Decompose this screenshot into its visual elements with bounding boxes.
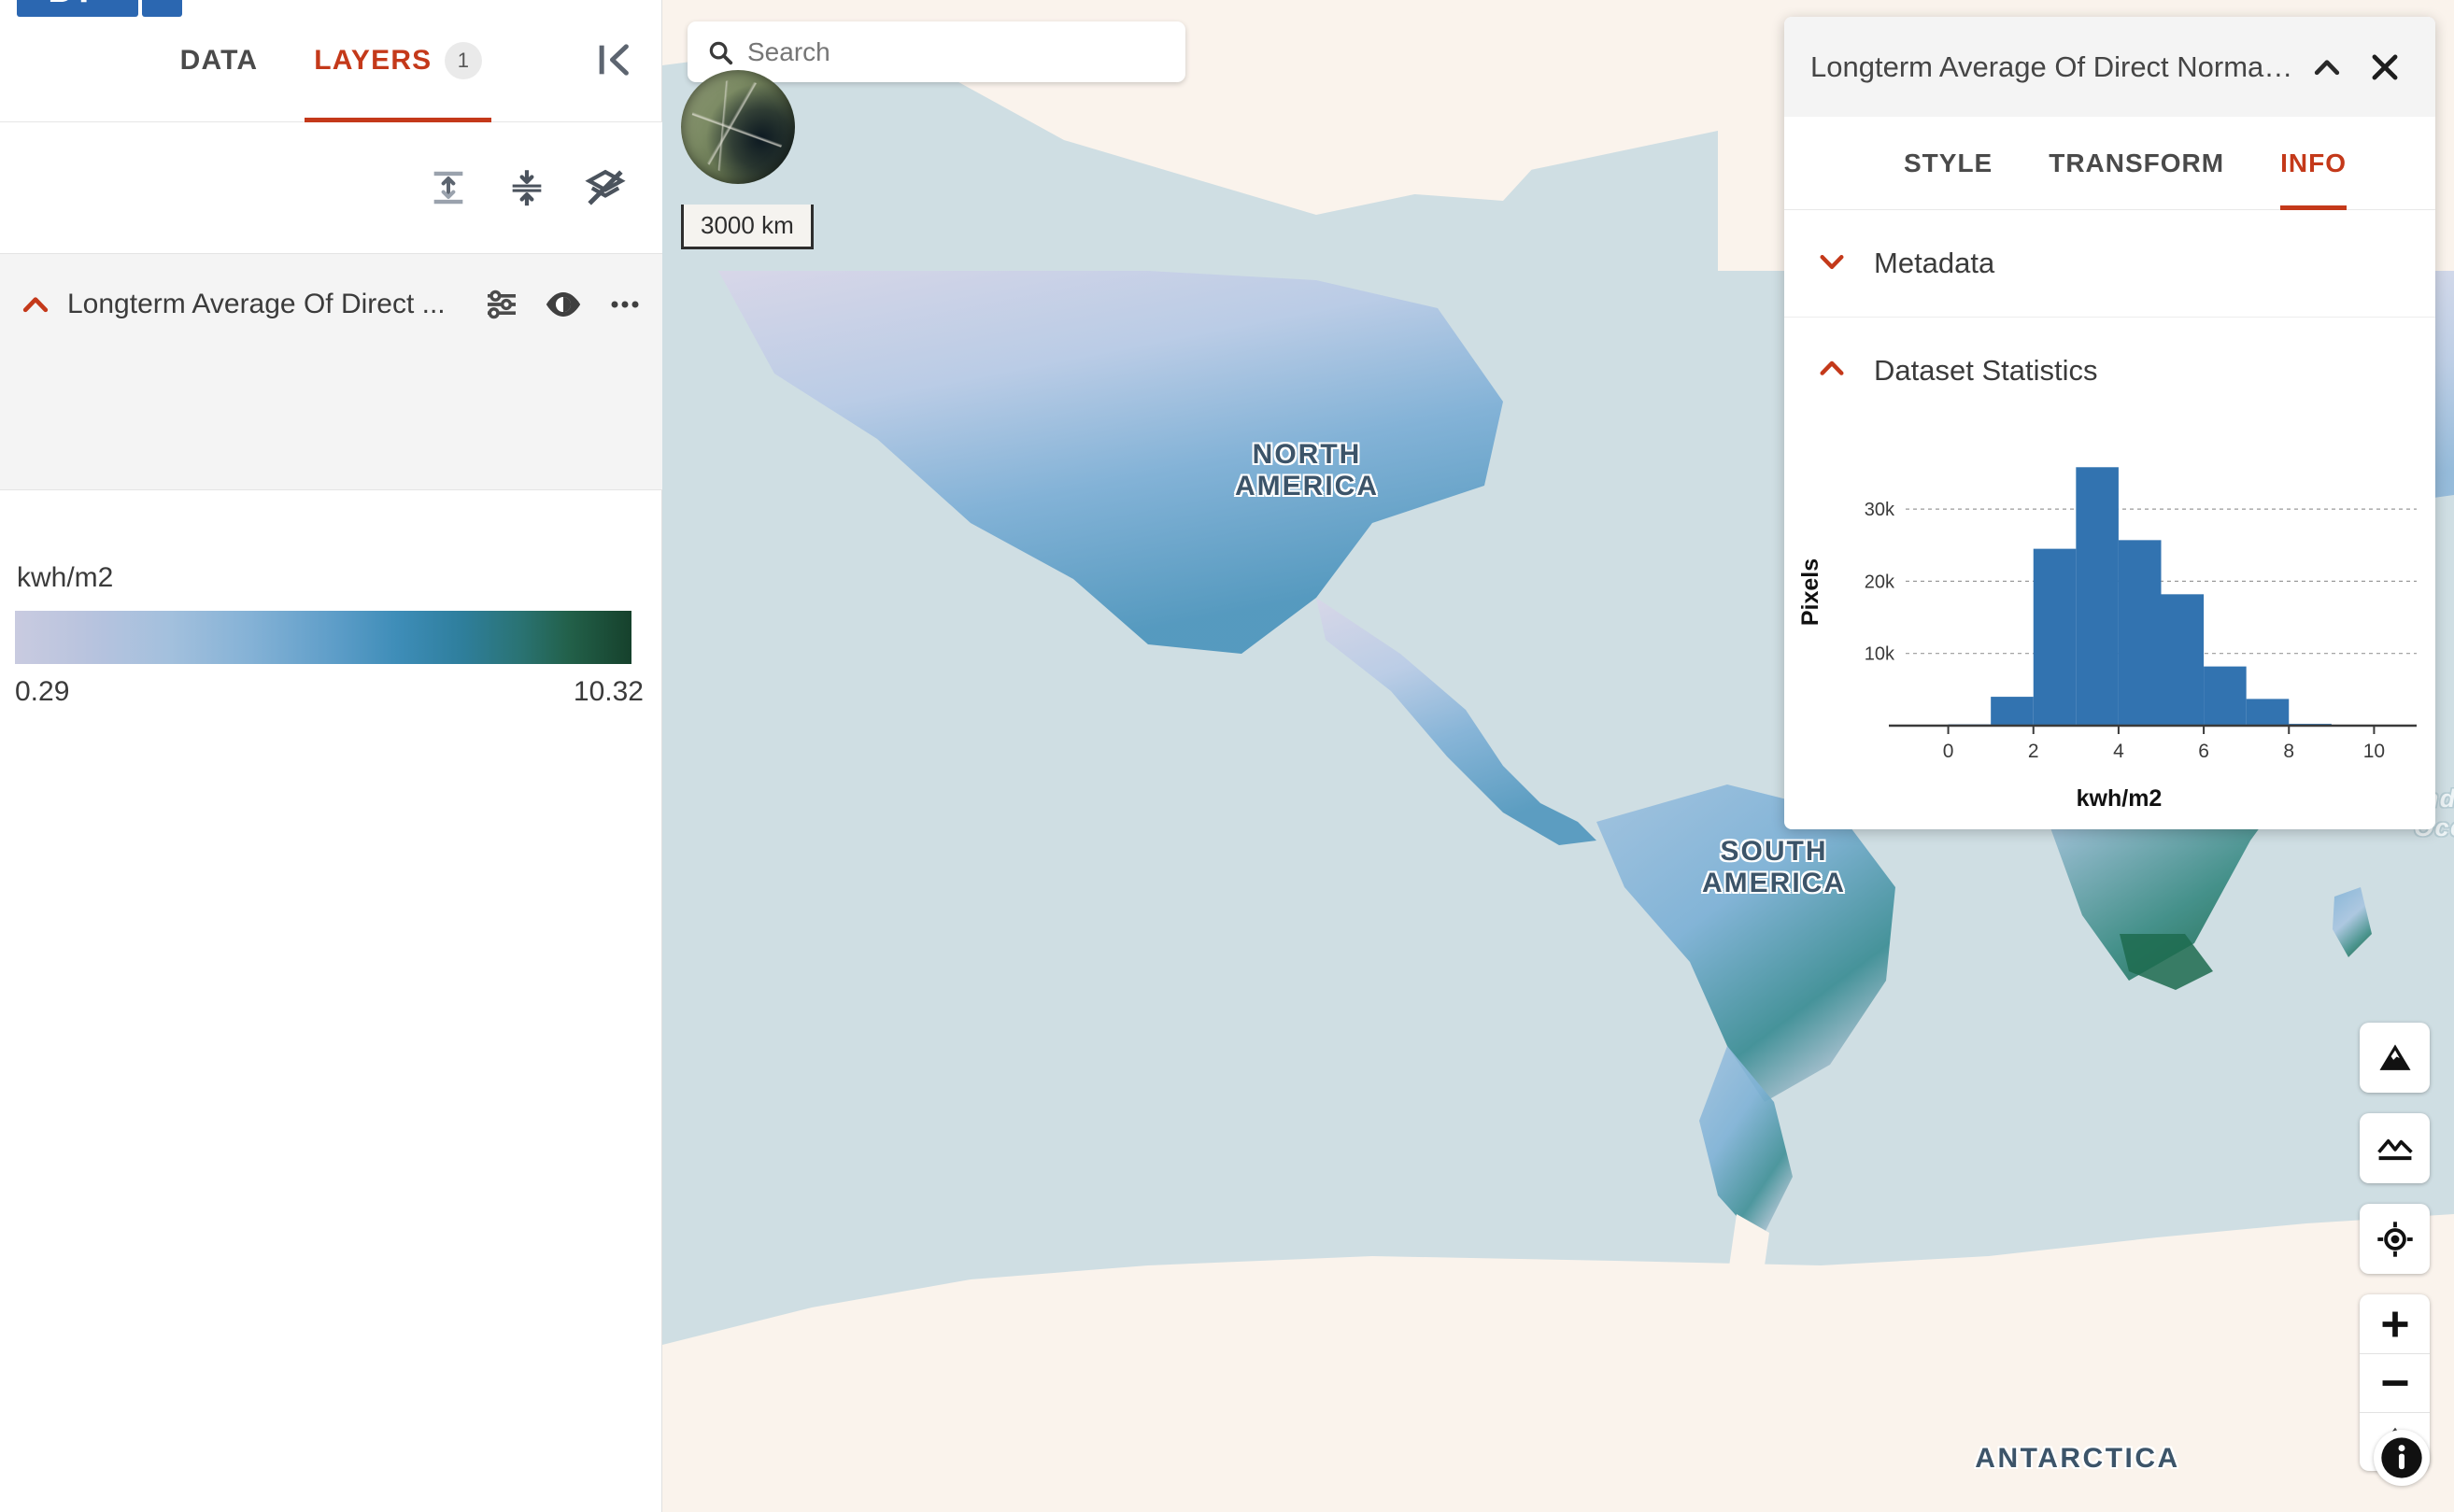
layer-card: Longterm Average Of Direct ... (0, 253, 662, 490)
svg-text:Pixels: Pixels (1797, 558, 1823, 626)
left-sidebar: DP DATA LAYERS 1 (0, 0, 662, 1512)
histogram-svg: 10k 20k 30k 0 2 4 6 8 10 kwh/m2 Pixels (1784, 423, 2435, 815)
search-icon (706, 38, 734, 66)
map-info-button[interactable] (2374, 1430, 2430, 1486)
map-scalebar: 3000 km (681, 205, 814, 249)
tab-transform[interactable]: TRANSFORM (2049, 117, 2224, 210)
svg-text:10k: 10k (1865, 644, 1895, 665)
layer-settings-icon[interactable] (477, 280, 526, 329)
svg-text:30k: 30k (1865, 500, 1895, 520)
legend-max-value: 10.32 (574, 676, 644, 708)
map-label-south-america: SOUTHAMERICA (1653, 836, 1895, 898)
svg-text:6: 6 (2198, 741, 2209, 762)
svg-text:10: 10 (2363, 741, 2385, 762)
layer-more-icon[interactable] (601, 280, 649, 329)
svg-text:0: 0 (1943, 741, 1954, 762)
collapse-all-icon[interactable] (502, 163, 552, 213)
search-input[interactable]: Search (747, 37, 830, 67)
tab-layers[interactable]: LAYERS 1 (305, 0, 491, 122)
zoom-out-button[interactable] (2360, 1353, 2430, 1412)
tab-info-label: INFO (2280, 148, 2347, 178)
layers-count-badge: 1 (445, 42, 482, 79)
panel-title: Longterm Average Of Direct Normal Irr... (1810, 50, 2293, 84)
zoom-in-button[interactable] (2360, 1294, 2430, 1353)
layers-toolbar (0, 122, 662, 253)
basemap-terrain-icon[interactable] (2360, 1023, 2430, 1093)
dataset-statistics-histogram: 10k 20k 30k 0 2 4 6 8 10 kwh/m2 Pixels (1784, 423, 2435, 815)
panel-tabbar: STYLE TRANSFORM INFO (1784, 117, 2435, 210)
legend-unit: kwh/m2 (17, 562, 113, 594)
section-metadata-label: Metadata (1874, 247, 1994, 280)
chevron-up-icon (1814, 350, 1850, 390)
tab-layers-label: LAYERS (314, 45, 432, 77)
section-dataset-statistics-label: Dataset Statistics (1874, 354, 2097, 388)
layer-title: Longterm Average Of Direct ... (62, 289, 477, 320)
tab-style-label: STYLE (1904, 148, 1993, 178)
legend-min-value: 0.29 (15, 676, 69, 708)
svg-text:20k: 20k (1865, 572, 1895, 592)
tab-data-label: DATA (180, 45, 259, 77)
svg-text:4: 4 (2113, 741, 2124, 762)
sidebar-tabbar: DATA LAYERS 1 (0, 0, 662, 122)
tab-style[interactable]: STYLE (1904, 117, 1993, 210)
legend-colorbar (15, 611, 631, 664)
section-metadata[interactable]: Metadata (1784, 210, 2435, 317)
chevron-up-icon[interactable] (9, 286, 62, 323)
svg-text:8: 8 (2283, 741, 2294, 762)
collapse-left-icon[interactable] (588, 34, 640, 86)
map-label-antarctica: ANTARCTICA (1923, 1443, 2232, 1475)
map-controls (2360, 1023, 2430, 1471)
basemap-contour-icon[interactable] (2360, 1113, 2430, 1183)
locate-me-icon[interactable] (2360, 1204, 2430, 1274)
expand-all-icon[interactable] (423, 163, 474, 213)
panel-header: Longterm Average Of Direct Normal Irr... (1784, 17, 2435, 117)
layer-visibility-icon[interactable] (539, 280, 588, 329)
svg-text:2: 2 (2028, 741, 2039, 762)
close-icon[interactable] (2361, 43, 2409, 92)
layer-detail-panel: Longterm Average Of Direct Normal Irr...… (1784, 17, 2435, 829)
section-dataset-statistics[interactable]: Dataset Statistics (1784, 317, 2435, 423)
tab-data[interactable]: DATA (171, 0, 268, 122)
app-root: Search NORTHAMERICA SOUTHAMERICA AFRICA … (0, 0, 2454, 1512)
tab-transform-label: TRANSFORM (2049, 148, 2224, 178)
tab-info[interactable]: INFO (2280, 117, 2347, 210)
map-label-north-america: NORTHAMERICA (1185, 439, 1428, 502)
panel-collapse-icon[interactable] (2303, 43, 2351, 92)
search-bar[interactable]: Search (688, 21, 1185, 82)
hide-all-layers-icon[interactable] (580, 163, 631, 213)
scalebar-label: 3000 km (701, 211, 794, 240)
chevron-down-icon (1814, 244, 1850, 284)
svg-text:kwh/m2: kwh/m2 (2077, 785, 2163, 812)
layer-row[interactable]: Longterm Average Of Direct ... (0, 254, 662, 355)
globe-minimap[interactable] (681, 70, 795, 184)
